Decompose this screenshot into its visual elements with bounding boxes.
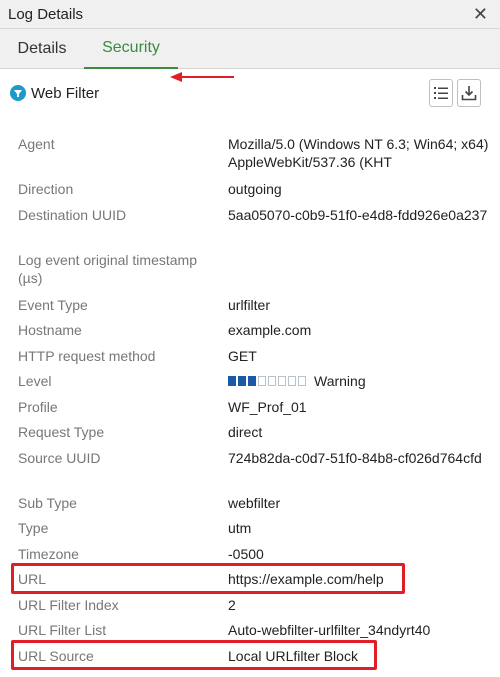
row-value: WF_Prof_01 (228, 399, 307, 415)
row-label: Log event original timestamp (µs) (18, 252, 197, 286)
list-view-button[interactable] (429, 79, 453, 107)
row-value: Local URLfilter Block (228, 648, 358, 664)
row-label: URL Filter List (18, 622, 107, 638)
row-value: 5aa05070-c0b9-51f0-e4d8-fdd926e0a237 (228, 207, 488, 223)
row-value: direct (228, 424, 263, 440)
row-value: urlfilter (228, 297, 271, 313)
section-title: Web Filter (31, 84, 100, 102)
level-cell (278, 376, 286, 387)
row-value: webfilter (228, 495, 281, 511)
level-text: Warning (314, 373, 366, 389)
row-value: Mozilla/5.0 (Windows NT 6.3; Win64; x64)… (228, 136, 489, 170)
level-cell (248, 376, 256, 387)
level-cell (228, 376, 236, 387)
level-cell (268, 376, 276, 387)
download-icon (461, 86, 477, 101)
tab-security[interactable]: Security (84, 29, 178, 69)
filter-icon (10, 85, 26, 101)
row-value: utm (228, 520, 252, 536)
row-value: GET (228, 348, 257, 364)
tab-details[interactable]: Details (0, 29, 84, 69)
row-value: 2 (228, 597, 236, 613)
section-header: Web Filter (0, 69, 500, 117)
row-value: example.com (228, 322, 312, 338)
row-label: URL Filter Index (18, 597, 119, 613)
level-bar (228, 376, 308, 387)
row-label: Agent (18, 136, 55, 152)
row-value: -0500 (228, 546, 264, 562)
row-label: URL Source (18, 648, 94, 664)
row-value: 724b82da-c0d7-51f0-84b8-cf026d764cfd (228, 450, 482, 466)
row-label: Type (18, 520, 49, 536)
row-value: Auto-webfilter-urlfilter_34ndyrt40 (228, 622, 431, 638)
row-value: Warning (228, 372, 496, 390)
row-label: Source UUID (18, 450, 101, 466)
row-value: outgoing (228, 181, 282, 197)
title-bar: Log Details ✕ (0, 0, 500, 29)
level-cell (288, 376, 296, 387)
row-label: Event Type (18, 297, 88, 313)
row-label: Level (18, 373, 52, 389)
level-cell (238, 376, 246, 387)
row-label: Timezone (18, 546, 79, 562)
close-icon[interactable]: ✕ (473, 5, 488, 23)
download-button[interactable] (457, 79, 481, 107)
row-label: Sub Type (18, 495, 77, 511)
row-label: Hostname (18, 322, 82, 338)
row-label: Direction (18, 181, 74, 197)
row-label: HTTP request method (18, 348, 156, 364)
level-cell (258, 376, 266, 387)
tab-bar: Details Security (0, 29, 500, 82)
row-label: URL (18, 571, 47, 587)
list-icon (434, 87, 448, 99)
row-label: Profile (18, 399, 58, 415)
row-label: Destination UUID (18, 207, 127, 223)
row-value: https://example.com/help (228, 571, 384, 587)
row-label: Request Type (18, 424, 105, 440)
level-cell (298, 376, 306, 387)
window-title: Log Details (8, 5, 84, 23)
